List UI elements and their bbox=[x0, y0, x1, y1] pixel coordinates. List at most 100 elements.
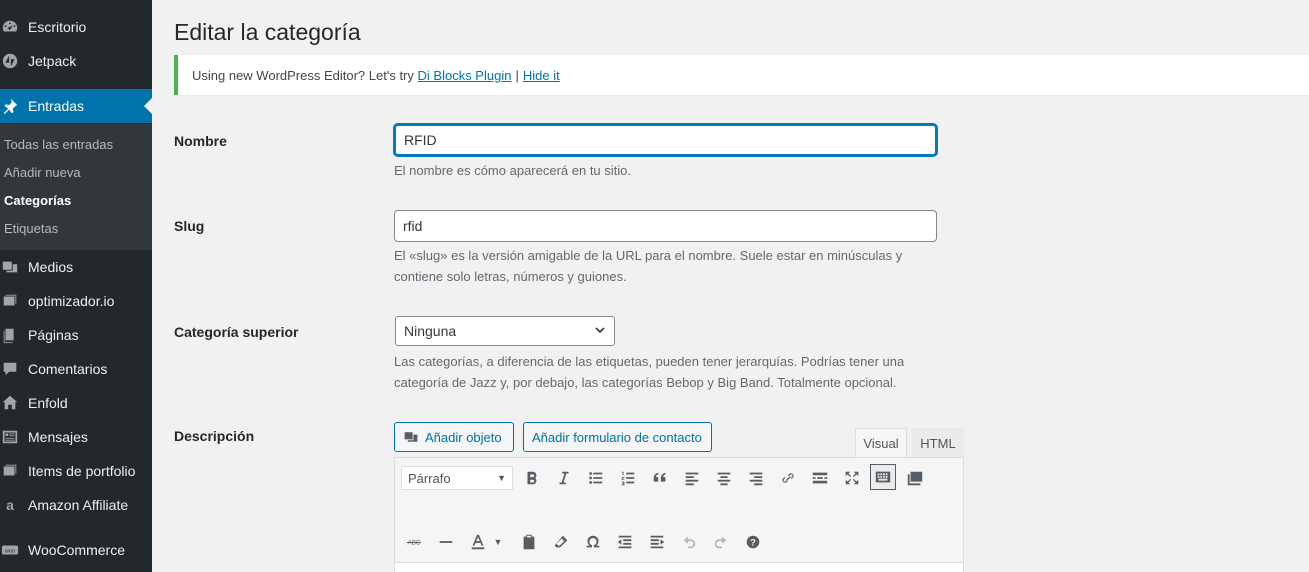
sidebar-item-label: Comentarios bbox=[28, 361, 108, 377]
sidebar-item-woocommerce[interactable]: woo WooCommerce bbox=[0, 533, 152, 567]
page-title: Editar la categoría bbox=[174, 19, 361, 45]
jetpack-icon bbox=[0, 51, 20, 71]
align-right-button[interactable] bbox=[743, 465, 769, 491]
submenu-todas-entradas[interactable]: Todas las entradas bbox=[4, 137, 113, 152]
name-value: RFID bbox=[404, 132, 437, 148]
sidebar-item-paginas[interactable]: Páginas bbox=[0, 318, 152, 352]
name-label: Nombre bbox=[174, 133, 227, 149]
redo-button[interactable] bbox=[708, 529, 734, 555]
clear-formatting-button[interactable] bbox=[548, 529, 574, 555]
submenu-categorias[interactable]: Categorías bbox=[4, 193, 71, 208]
submenu-anadir-nueva[interactable]: Añadir nueva bbox=[4, 165, 81, 180]
italic-button[interactable] bbox=[551, 465, 577, 491]
home-icon bbox=[0, 393, 20, 413]
insert-image-button[interactable] bbox=[902, 465, 928, 491]
special-character-button[interactable] bbox=[580, 529, 606, 555]
slug-label: Slug bbox=[174, 218, 205, 234]
undo-button[interactable] bbox=[676, 529, 702, 555]
description-editor[interactable] bbox=[394, 562, 964, 572]
sidebar-item-label: WooCommerce bbox=[28, 542, 125, 558]
sidebar-item-portfolio[interactable]: Items de portfolio bbox=[0, 454, 152, 488]
notice-text: Using new WordPress Editor? Let's try bbox=[192, 67, 414, 83]
sidebar-item-jetpack[interactable]: Jetpack bbox=[0, 44, 152, 78]
bold-button[interactable] bbox=[519, 465, 545, 491]
undo-icon bbox=[683, 536, 696, 549]
align-left-icon bbox=[685, 472, 699, 486]
eraser-icon bbox=[554, 535, 568, 548]
sidebar-item-mensajes[interactable]: Mensajes bbox=[0, 420, 152, 454]
sidebar-item-escritorio[interactable]: Escritorio bbox=[0, 10, 152, 44]
parent-help: Las categorías, a diferencia de las etiq… bbox=[394, 354, 905, 390]
format-select[interactable]: Párrafo ▼ bbox=[401, 466, 513, 490]
italic-icon bbox=[559, 471, 569, 485]
numbered-list-icon bbox=[621, 471, 635, 486]
help-button[interactable]: ? bbox=[740, 529, 766, 555]
bullet-list-button[interactable] bbox=[583, 465, 609, 491]
editor-toolbar: Párrafo ▼ ABC ▼ ? bbox=[394, 457, 964, 572]
comments-icon bbox=[0, 359, 20, 379]
sidebar-item-label: Jetpack bbox=[28, 53, 77, 69]
indent-button[interactable] bbox=[644, 529, 670, 555]
amazon-icon: a bbox=[6, 497, 14, 513]
sidebar-item-comentarios[interactable]: Comentarios bbox=[0, 352, 152, 386]
add-form-label: Añadir formulario de contacto bbox=[532, 429, 702, 445]
sidebar-item-label: Medios bbox=[28, 259, 74, 275]
sidebar-item-label: Amazon Affiliate bbox=[28, 497, 129, 513]
sidebar-item-label: Escritorio bbox=[28, 19, 87, 35]
fullscreen-button[interactable] bbox=[839, 465, 865, 491]
link-icon bbox=[782, 473, 794, 483]
add-media-button[interactable]: Añadir objeto bbox=[394, 422, 514, 452]
media-icon bbox=[404, 432, 418, 442]
keyboard-icon bbox=[875, 471, 891, 483]
text-color-icon bbox=[471, 534, 485, 550]
slug-input[interactable]: rfid bbox=[394, 210, 937, 242]
text-color-dropdown[interactable]: ▼ bbox=[491, 529, 505, 555]
blockquote-button[interactable] bbox=[647, 465, 673, 491]
add-contact-form-button[interactable]: Añadir formulario de contacto bbox=[523, 422, 712, 452]
sidebar-item-medios[interactable]: Medios bbox=[0, 250, 152, 284]
sidebar-item-enfold[interactable]: Enfold bbox=[0, 386, 152, 420]
align-center-button[interactable] bbox=[711, 465, 737, 491]
strikethrough-button[interactable]: ABC bbox=[401, 529, 427, 555]
horizontal-line-button[interactable] bbox=[433, 529, 459, 555]
align-left-button[interactable] bbox=[679, 465, 705, 491]
indent-icon bbox=[650, 535, 665, 549]
sidebar-item-optimizador[interactable]: optimizador.io bbox=[0, 284, 152, 318]
fullscreen-icon bbox=[845, 471, 859, 485]
slug-value: rfid bbox=[403, 218, 423, 234]
outdent-icon bbox=[617, 535, 632, 549]
dashboard-icon bbox=[0, 17, 20, 37]
chevron-down-icon bbox=[594, 323, 606, 339]
numbered-list-button[interactable] bbox=[615, 465, 641, 491]
portfolio-icon bbox=[0, 461, 20, 481]
paste-text-button[interactable] bbox=[516, 529, 542, 555]
read-more-button[interactable] bbox=[807, 465, 833, 491]
format-value: Párrafo bbox=[408, 470, 451, 486]
insert-link-button[interactable] bbox=[775, 465, 801, 491]
tab-html[interactable]: HTML bbox=[912, 428, 964, 458]
pin-icon bbox=[0, 96, 20, 116]
optimizer-icon bbox=[0, 291, 20, 311]
tab-visual[interactable]: Visual bbox=[855, 428, 907, 458]
parent-select[interactable]: Ninguna bbox=[395, 316, 615, 346]
sidebar-item-amazon[interactable]: a Amazon Affiliate bbox=[0, 488, 152, 522]
text-color-button[interactable] bbox=[465, 529, 491, 555]
submenu-etiquetas[interactable]: Etiquetas bbox=[4, 221, 58, 236]
horizontal-line-icon bbox=[439, 541, 453, 543]
toolbar-toggle-button[interactable] bbox=[870, 464, 896, 490]
di-blocks-link[interactable]: Di Blocks Plugin bbox=[418, 68, 512, 83]
read-more-icon bbox=[812, 472, 828, 484]
sidebar-item-label: optimizador.io bbox=[28, 293, 115, 309]
hide-it-link[interactable]: Hide it bbox=[523, 68, 560, 83]
notice-separator: | bbox=[515, 67, 519, 83]
caret-down-icon: ▼ bbox=[497, 473, 506, 483]
redo-icon bbox=[714, 536, 727, 549]
omega-icon bbox=[586, 535, 600, 548]
name-input[interactable]: RFID bbox=[394, 124, 937, 156]
sidebar-item-entradas[interactable]: Entradas bbox=[0, 89, 152, 123]
outdent-button[interactable] bbox=[612, 529, 638, 555]
caret-down-icon: ▼ bbox=[493, 537, 503, 547]
paste-icon bbox=[523, 534, 535, 550]
media-icon bbox=[0, 257, 20, 277]
align-right-icon bbox=[749, 472, 763, 486]
